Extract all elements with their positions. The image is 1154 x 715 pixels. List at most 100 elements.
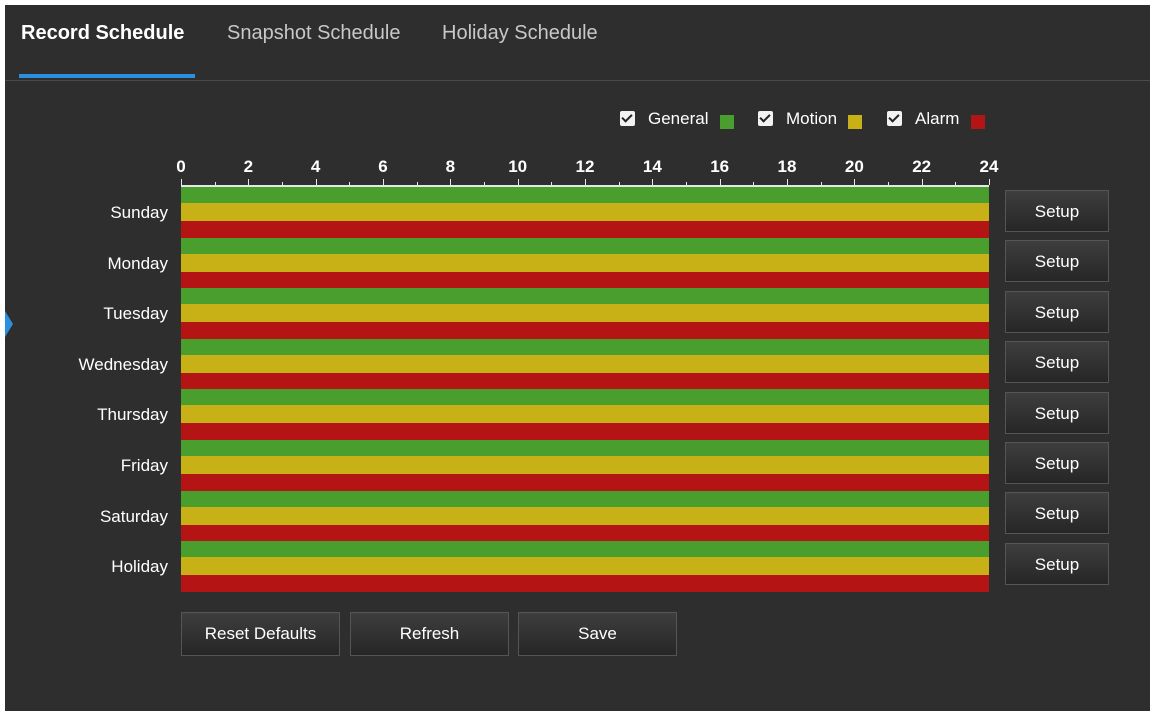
- alarm-checkbox[interactable]: [887, 111, 902, 126]
- motion-schedule-bar[interactable]: [181, 355, 989, 373]
- alarm-schedule-bar[interactable]: [181, 525, 989, 542]
- general-schedule-bar[interactable]: [181, 440, 989, 456]
- day-label: Thursday: [97, 405, 168, 424]
- hour-label: 16: [710, 157, 730, 176]
- setup-button[interactable]: Setup: [1005, 492, 1109, 534]
- hour-label: 6: [378, 157, 388, 176]
- axis-tick: [821, 182, 822, 185]
- legend-general-label: General: [648, 109, 709, 128]
- motion-schedule-bar[interactable]: [181, 203, 989, 221]
- day-schedule-row[interactable]: [181, 339, 989, 390]
- setup-button[interactable]: Setup: [1005, 240, 1109, 282]
- day-schedule-row[interactable]: [181, 440, 989, 491]
- axis-tick: [787, 179, 788, 185]
- motion-schedule-bar[interactable]: [181, 405, 989, 423]
- axis-tick: [854, 179, 855, 185]
- day-label: Tuesday: [103, 304, 168, 323]
- setup-button[interactable]: Setup: [1005, 392, 1109, 434]
- setup-button[interactable]: Setup: [1005, 341, 1109, 383]
- reset-defaults-button[interactable]: Reset Defaults: [181, 612, 340, 656]
- motion-color-swatch: [848, 115, 862, 129]
- setup-button[interactable]: Setup: [1005, 543, 1109, 585]
- expand-arrow-icon[interactable]: [5, 311, 13, 337]
- general-color-swatch: [720, 115, 734, 129]
- active-tab-indicator: [19, 74, 195, 78]
- hour-label: 2: [243, 157, 254, 176]
- axis-tick: [585, 179, 586, 185]
- alarm-schedule-bar[interactable]: [181, 272, 989, 289]
- hour-label: 22: [912, 157, 932, 176]
- day-label: Holiday: [111, 557, 168, 576]
- axis-tick: [922, 179, 923, 185]
- hour-label: 8: [445, 157, 456, 176]
- motion-checkbox[interactable]: [758, 111, 773, 126]
- motion-schedule-bar[interactable]: [181, 304, 989, 322]
- alarm-color-swatch: [971, 115, 985, 129]
- day-label: Saturday: [99, 507, 168, 526]
- axis-tick: [720, 179, 721, 185]
- day-label: Friday: [120, 456, 168, 475]
- tab-record-schedule[interactable]: Record Schedule: [21, 22, 184, 45]
- general-schedule-bar[interactable]: [181, 288, 989, 304]
- day-schedule-row[interactable]: [181, 491, 989, 542]
- axis-tick: [888, 182, 889, 185]
- day-schedule-row[interactable]: [181, 187, 989, 238]
- schedule-panel: Record Schedule Snapshot Schedule Holida…: [5, 5, 1150, 711]
- motion-schedule-bar[interactable]: [181, 507, 989, 525]
- motion-schedule-bar[interactable]: [181, 557, 989, 575]
- axis-tick: [316, 179, 317, 185]
- legend-alarm-label: Alarm: [915, 109, 960, 128]
- alarm-schedule-bar[interactable]: [181, 373, 989, 390]
- save-button[interactable]: Save: [518, 612, 677, 656]
- axis-tick: [551, 182, 552, 185]
- alarm-schedule-bar[interactable]: [181, 221, 989, 238]
- axis-tick: [215, 182, 216, 185]
- day-schedule-row[interactable]: [181, 541, 989, 592]
- alarm-schedule-bar[interactable]: [181, 474, 989, 491]
- hour-label: 18: [777, 157, 797, 176]
- general-schedule-bar[interactable]: [181, 491, 989, 507]
- tab-snapshot-schedule[interactable]: Snapshot Schedule: [227, 22, 400, 45]
- day-schedule-row[interactable]: [181, 238, 989, 289]
- axis-tick: [417, 182, 418, 185]
- general-schedule-bar[interactable]: [181, 541, 989, 557]
- hour-label: 10: [508, 157, 528, 176]
- hour-label: 24: [979, 157, 999, 176]
- general-schedule-bar[interactable]: [181, 238, 989, 254]
- setup-button[interactable]: Setup: [1005, 190, 1109, 232]
- general-schedule-bar[interactable]: [181, 389, 989, 405]
- axis-tick: [955, 182, 956, 185]
- day-label: Wednesday: [78, 355, 168, 374]
- axis-tick: [349, 182, 350, 185]
- axis-tick: [753, 182, 754, 185]
- motion-schedule-bar[interactable]: [181, 456, 989, 474]
- axis-tick: [686, 182, 687, 185]
- alarm-schedule-bar[interactable]: [181, 423, 989, 440]
- hour-label: 4: [310, 157, 321, 176]
- axis-tick: [248, 179, 249, 185]
- motion-schedule-bar[interactable]: [181, 254, 989, 272]
- day-schedule-row[interactable]: [181, 288, 989, 339]
- day-label: Sunday: [110, 203, 168, 222]
- axis-tick: [989, 179, 990, 185]
- general-checkbox[interactable]: [620, 111, 635, 126]
- hour-label: 12: [575, 157, 595, 176]
- axis-tick: [181, 179, 182, 185]
- hour-label: 0: [176, 157, 186, 176]
- setup-button[interactable]: Setup: [1005, 291, 1109, 333]
- hour-label: 14: [642, 157, 662, 176]
- axis-tick: [282, 182, 283, 185]
- day-schedule-row[interactable]: [181, 389, 989, 440]
- axis-tick: [619, 182, 620, 185]
- tab-holiday-schedule[interactable]: Holiday Schedule: [442, 22, 598, 45]
- alarm-schedule-bar[interactable]: [181, 322, 989, 339]
- refresh-button[interactable]: Refresh: [350, 612, 509, 656]
- tab-bar: Record Schedule Snapshot Schedule Holida…: [5, 5, 1150, 81]
- hour-label: 20: [844, 157, 864, 176]
- day-label: Monday: [107, 254, 168, 273]
- general-schedule-bar[interactable]: [181, 339, 989, 355]
- setup-button[interactable]: Setup: [1005, 442, 1109, 484]
- axis-tick: [450, 179, 451, 185]
- general-schedule-bar[interactable]: [181, 187, 989, 203]
- alarm-schedule-bar[interactable]: [181, 575, 989, 592]
